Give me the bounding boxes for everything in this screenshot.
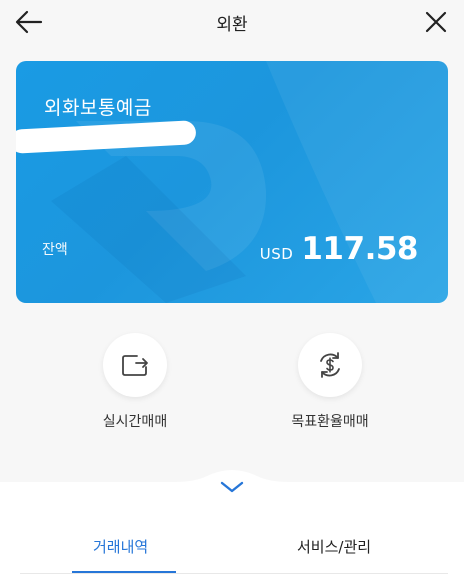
page-title: 외환 [216, 14, 248, 35]
target-rate-trade-label: 목표환율매매 [291, 414, 369, 430]
tab-transaction-history[interactable]: 거래내역 [93, 536, 148, 557]
account-card[interactable]: 외화보통예금 잔액 USD 117.58 [16, 61, 448, 303]
realtime-trade-circle[interactable] [103, 333, 167, 397]
arrow-left-icon[interactable] [14, 8, 44, 36]
balance-label: 잔액 [42, 242, 68, 258]
balance: USD 117.58 [259, 231, 419, 267]
target-rate-trade-button[interactable]: 목표환율매매 [260, 333, 400, 431]
tab-divider [20, 573, 448, 574]
target-rate-trade-circle[interactable] [298, 333, 362, 397]
close-icon[interactable] [422, 8, 450, 36]
dollar-cycle-icon [320, 352, 340, 378]
active-tab-indicator [72, 571, 176, 573]
realtime-trade-label: 실시간매매 [102, 414, 168, 430]
top-bar: 외환 [0, 0, 464, 44]
bottom-sheet [0, 482, 464, 585]
exchange-icon [122, 355, 148, 376]
chevron-down-icon[interactable] [219, 480, 245, 494]
balance-currency: USD [259, 245, 294, 263]
tab-service-management[interactable]: 서비스/관리 [297, 536, 371, 557]
account-name: 외화보통예금 [44, 97, 152, 119]
realtime-trade-button[interactable]: 실시간매매 [65, 333, 205, 431]
balance-amount: 117.58 [301, 231, 418, 267]
